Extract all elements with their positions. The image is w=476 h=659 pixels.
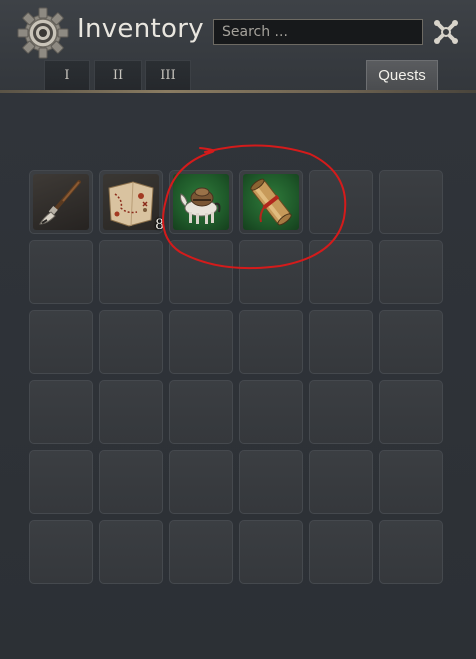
item-pack-horse[interactable] bbox=[173, 174, 229, 230]
inventory-slot[interactable] bbox=[99, 450, 163, 514]
inventory-slot[interactable] bbox=[309, 240, 373, 304]
inventory-slot[interactable] bbox=[169, 310, 233, 374]
inventory-slot[interactable] bbox=[309, 170, 373, 234]
inventory-slot[interactable] bbox=[239, 380, 303, 444]
inventory-slot[interactable] bbox=[309, 310, 373, 374]
item-paintbrush[interactable] bbox=[33, 174, 89, 230]
inventory-slot[interactable] bbox=[169, 520, 233, 584]
item-treasure-map[interactable] bbox=[103, 174, 159, 230]
inventory-slot[interactable] bbox=[99, 310, 163, 374]
inventory-slot[interactable] bbox=[169, 380, 233, 444]
inventory-slot[interactable] bbox=[239, 520, 303, 584]
inventory-slot[interactable] bbox=[379, 170, 443, 234]
inventory-slot[interactable] bbox=[169, 450, 233, 514]
scroll-icon bbox=[250, 178, 292, 226]
page-title: Inventory bbox=[77, 14, 204, 44]
inventory-slot[interactable] bbox=[29, 170, 93, 234]
inventory-slot[interactable] bbox=[29, 310, 93, 374]
item-scroll[interactable] bbox=[243, 174, 299, 230]
pack-horse-icon bbox=[180, 187, 221, 224]
inventory-slot[interactable] bbox=[239, 240, 303, 304]
treasure-map-icon bbox=[108, 181, 154, 227]
inventory-slot[interactable] bbox=[99, 240, 163, 304]
inventory-slot[interactable] bbox=[239, 310, 303, 374]
inventory-slot[interactable] bbox=[379, 380, 443, 444]
inventory-slot[interactable] bbox=[99, 520, 163, 584]
inventory-slot[interactable] bbox=[379, 520, 443, 584]
tab-page-2[interactable]: II bbox=[94, 60, 142, 90]
inventory-slot[interactable] bbox=[239, 450, 303, 514]
inventory-slot[interactable] bbox=[29, 240, 93, 304]
inventory-slot[interactable] bbox=[169, 240, 233, 304]
inventory-slot[interactable] bbox=[309, 380, 373, 444]
header-divider bbox=[0, 90, 476, 93]
inventory-slot[interactable]: 8 bbox=[99, 170, 164, 234]
inventory-slot[interactable] bbox=[29, 380, 93, 444]
inventory-slot[interactable] bbox=[99, 380, 163, 444]
paintbrush-icon bbox=[39, 180, 81, 225]
inventory-slot[interactable] bbox=[379, 240, 443, 304]
inventory-slot[interactable] bbox=[309, 520, 373, 584]
close-icon[interactable] bbox=[430, 16, 462, 48]
inventory-grid: 8 bbox=[29, 170, 443, 584]
tab-page-1[interactable]: I bbox=[44, 60, 90, 90]
inventory-slot[interactable] bbox=[379, 450, 443, 514]
inventory-slot[interactable] bbox=[379, 310, 443, 374]
stack-count: 8 bbox=[155, 217, 164, 233]
inventory-slot[interactable] bbox=[309, 450, 373, 514]
inventory-slot[interactable] bbox=[239, 170, 303, 234]
search-input[interactable] bbox=[213, 19, 423, 45]
window-header: Inventory I II III Quests bbox=[0, 0, 476, 92]
quests-button[interactable]: Quests bbox=[366, 60, 438, 92]
tab-page-3[interactable]: III bbox=[145, 60, 191, 90]
inventory-window: Inventory I II III Quests bbox=[0, 0, 476, 659]
gear-icon bbox=[17, 7, 69, 59]
inventory-slot[interactable] bbox=[29, 520, 93, 584]
inventory-slot[interactable] bbox=[29, 450, 93, 514]
inventory-slot[interactable] bbox=[169, 170, 233, 234]
